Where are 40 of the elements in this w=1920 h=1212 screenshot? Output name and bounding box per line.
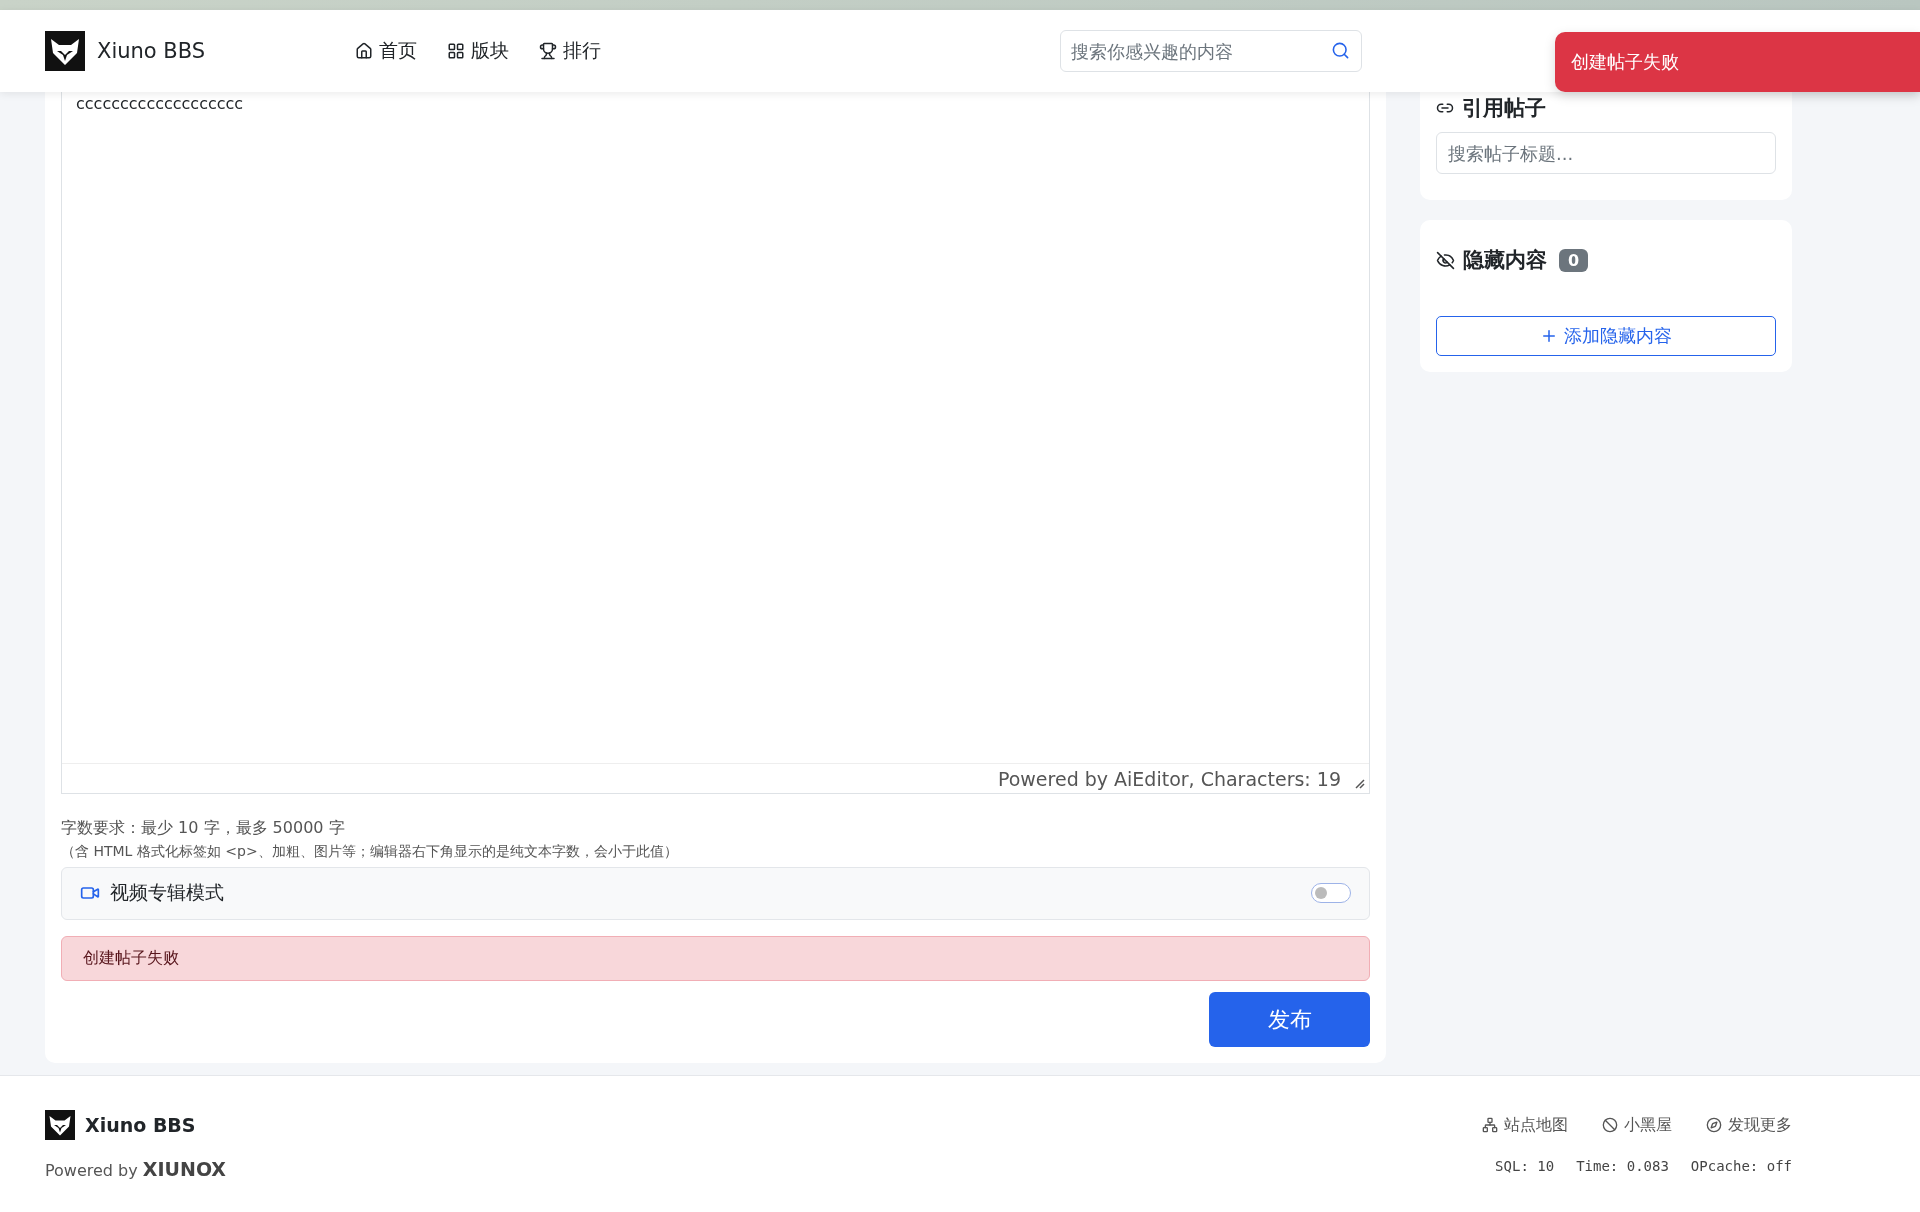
nav-link[interactable]: 排行	[539, 38, 601, 64]
error-toast: 创建帖子失败	[1555, 32, 1920, 92]
editor-status-text: Powered by AiEditor, Characters: 19	[997, 767, 1341, 790]
search-icon[interactable]	[1331, 41, 1350, 60]
plus-icon	[1540, 327, 1558, 345]
count-badge: 0	[1559, 248, 1589, 272]
site-name[interactable]: Xiuno BBS	[97, 39, 206, 63]
home-icon	[355, 42, 373, 60]
add-hidden-content-button[interactable]: 添加隐藏内容	[1436, 316, 1776, 356]
powered-by-text: Powered by XIUNOX	[45, 1158, 227, 1180]
editor-text: ccccccccccccccccccc	[75, 93, 245, 115]
eye-off-icon	[1436, 250, 1455, 270]
footer-link[interactable]: 站点地图	[1482, 1110, 1568, 1140]
ban-icon	[1602, 1117, 1618, 1133]
card-title: 隐藏内容	[1463, 247, 1547, 274]
logo-icon	[45, 1110, 75, 1140]
compass-icon	[1706, 1117, 1722, 1133]
error-alert: 创建帖子失败	[61, 935, 1370, 982]
sitemap-icon	[1482, 1117, 1498, 1133]
toggle-switch[interactable]	[1311, 883, 1351, 904]
nav-link[interactable]: 版块	[447, 38, 509, 64]
logo-icon	[45, 31, 85, 71]
hint-text: （含 HTML 格式化标签如 <p>、加粗、图片等；编辑器右下角显示的是纯文本字数，会小于此值）	[61, 843, 679, 862]
card-title: 引用帖子	[1462, 95, 1546, 122]
site-name[interactable]: Xiuno BBS	[85, 1114, 196, 1136]
footer-link[interactable]: 发现更多	[1706, 1110, 1792, 1140]
debug-stat: OPcache: off	[1690, 1158, 1792, 1176]
debug-stat: SQL: 10	[1495, 1158, 1555, 1176]
grid-icon	[447, 42, 465, 60]
resize-grip-icon[interactable]	[1353, 777, 1365, 790]
trophy-icon	[539, 42, 557, 60]
hint-text: 字数要求：最少 10 字，最多 50000 字	[61, 818, 346, 840]
video-mode-label: 视频专辑模式	[110, 880, 224, 906]
search-field[interactable]: 搜索你感兴趣的内容	[1060, 30, 1362, 72]
debug-stat: Time: 0.083	[1576, 1158, 1669, 1176]
footer-link[interactable]: 小黑屋	[1602, 1110, 1672, 1140]
post-search-field[interactable]: 搜索帖子标题...	[1436, 132, 1776, 174]
rich-text-editor[interactable]: ccccccccccccccccccc Powered by AiEditor, Characters: 19	[61, 92, 1370, 795]
nav-link[interactable]: 首页	[355, 38, 417, 64]
publish-button[interactable]: 发布	[1209, 992, 1370, 1047]
